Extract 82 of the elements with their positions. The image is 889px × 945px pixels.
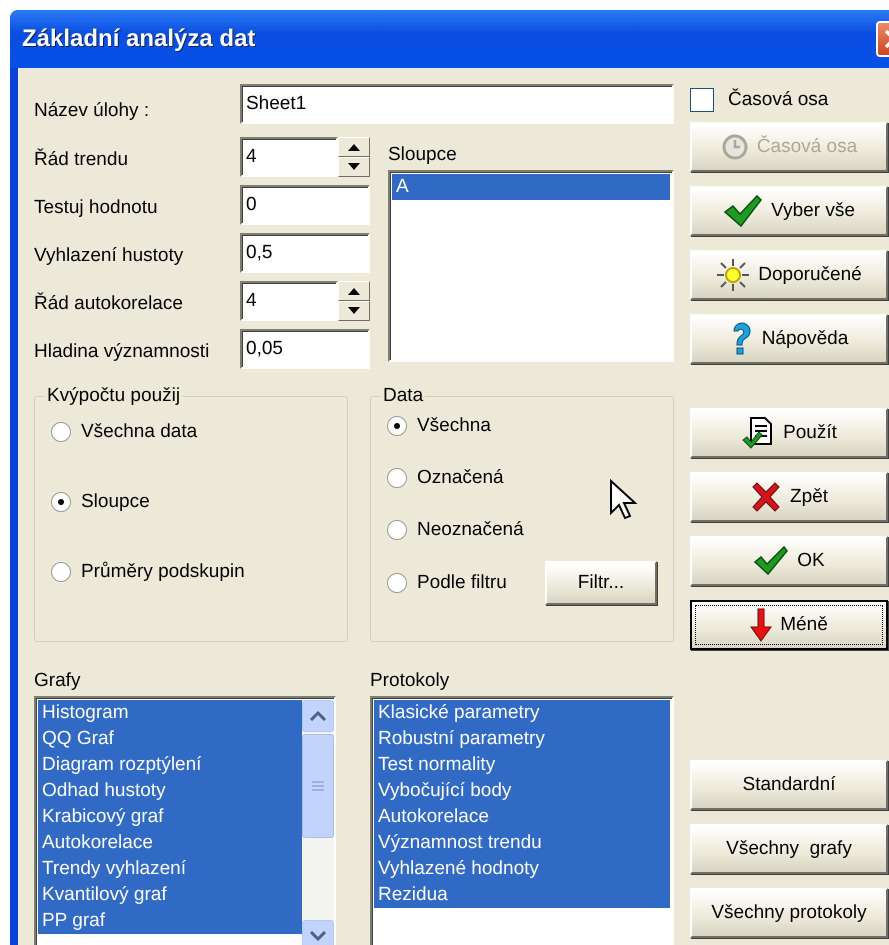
dialog-button[interactable]: Zpět — [690, 472, 888, 522]
down-arrow-icon — [348, 307, 360, 315]
graphs-listbox[interactable]: Histogram QQ Graf Diagram rozptýlení Odhad hustoty Krabicový graf Autokorelace Trendy vyhlazení Kvantilový graf PP graf — [34, 696, 336, 945]
checkmark-icon — [753, 546, 790, 576]
list-item[interactable]: Diagram rozptýlení — [38, 752, 302, 778]
group-title: Kvýpočtu použij — [45, 385, 182, 407]
radio-label[interactable]: Neoznačená — [417, 519, 524, 541]
list-item[interactable]: Test normality — [374, 752, 670, 778]
list-label: Sloupce — [388, 144, 458, 166]
spin-down-button[interactable] — [338, 301, 370, 321]
list-item[interactable]: A — [392, 174, 670, 200]
radio-button[interactable] — [387, 520, 407, 540]
spin-up-button[interactable] — [338, 137, 370, 157]
task-name-field[interactable]: Sheet1 — [240, 84, 674, 124]
cross-icon — [750, 481, 782, 513]
mouse-cursor-icon — [609, 479, 637, 521]
list-item[interactable]: Významnost trendu — [374, 830, 670, 856]
dialog-button[interactable]: Všechny grafy — [690, 824, 888, 874]
list-item[interactable]: Krabicový graf — [38, 804, 302, 830]
number-field[interactable]: 4 — [240, 137, 338, 177]
list-label: Grafy — [34, 670, 82, 692]
radio-label[interactable]: Průměry podskupin — [81, 561, 245, 583]
window-title: Základní analýza dat — [22, 25, 256, 53]
scrollbar[interactable] — [302, 700, 334, 945]
dialog-button[interactable]: OK — [690, 536, 888, 586]
filter-button[interactable]: Filtr... — [545, 561, 657, 605]
dialog-button[interactable]: Použít — [690, 408, 888, 458]
radio-button[interactable] — [387, 416, 407, 436]
spin-down-button[interactable] — [338, 157, 370, 177]
dialog-button[interactable]: Nápověda — [690, 314, 888, 364]
radio-label[interactable]: Sloupce — [81, 491, 150, 513]
radio-label[interactable]: Všechna data — [81, 421, 198, 443]
spin-up-button[interactable] — [338, 281, 370, 301]
radio-label[interactable]: Označená — [417, 467, 504, 489]
list-item[interactable]: Robustní parametry — [374, 726, 670, 752]
radio-button[interactable] — [51, 422, 71, 442]
list-item[interactable]: PP graf — [38, 908, 302, 934]
input-field[interactable]: 0 — [240, 185, 370, 225]
down-arrow-icon — [750, 608, 772, 642]
clock-icon — [720, 133, 749, 161]
list-label: Protokoly — [370, 670, 450, 692]
sun-icon — [716, 258, 750, 292]
field-label: Hladina významnosti — [34, 340, 210, 363]
radio-label[interactable]: Podle filtru — [417, 572, 507, 594]
checkbox[interactable] — [690, 88, 714, 112]
input-field[interactable]: 0,5 — [240, 233, 370, 273]
dialog-button[interactable]: Vyber vše — [690, 186, 888, 236]
list-item[interactable]: Klasické parametry — [374, 700, 670, 726]
radio-button[interactable] — [51, 492, 71, 512]
checkmark-icon — [723, 194, 764, 228]
input-field[interactable]: 0,05 — [240, 329, 370, 369]
number-field[interactable]: 4 — [240, 281, 338, 321]
list-item[interactable]: Histogram — [38, 700, 302, 726]
list-item[interactable]: Vyhlazené hodnoty — [374, 856, 670, 882]
list-item[interactable]: QQ Graf — [38, 726, 302, 752]
list-item[interactable]: Vybočující body — [374, 778, 670, 804]
field-label: Testuj hodnotu — [34, 196, 159, 219]
list-item[interactable]: Rezidua — [374, 882, 670, 908]
field-label: Název úlohy : — [34, 99, 150, 122]
checkbox-label[interactable]: Časová osa — [728, 89, 828, 111]
dialog-button[interactable]: Standardní — [690, 760, 888, 810]
dialog-button[interactable]: Všechny protokoly — [690, 888, 888, 938]
dialog-button[interactable]: Méně — [690, 600, 888, 650]
field-label: Vyhlazení hustoty — [34, 244, 184, 267]
grip-icon — [312, 781, 324, 791]
list-item[interactable]: Autokorelace — [38, 830, 302, 856]
columns-listbox[interactable]: A — [388, 170, 674, 362]
protocols-listbox[interactable]: Klasické parametry Robustní parametry Test normality Vybočující body Autokorelace Významnost trendu Vyhlazené hodnoty Rezidua — [370, 696, 674, 945]
radio-label[interactable]: Všechna — [417, 415, 491, 437]
list-item[interactable]: Odhad hustoty — [38, 778, 302, 804]
list-item[interactable]: Trendy vyhlazení — [38, 856, 302, 882]
list-item[interactable]: Autokorelace — [374, 804, 670, 830]
dialog-button[interactable]: Doporučené — [690, 250, 888, 300]
down-arrow-icon — [348, 163, 360, 171]
radio-button[interactable] — [51, 562, 71, 582]
field-label: Řád autokorelace — [34, 291, 184, 315]
radio-button[interactable] — [387, 468, 407, 488]
up-arrow-icon — [348, 143, 360, 151]
up-arrow-icon — [348, 287, 360, 295]
radio-button[interactable] — [387, 573, 407, 593]
list-item[interactable]: Kvantilový graf — [38, 882, 302, 908]
field-label: Řád trendu — [34, 147, 130, 171]
